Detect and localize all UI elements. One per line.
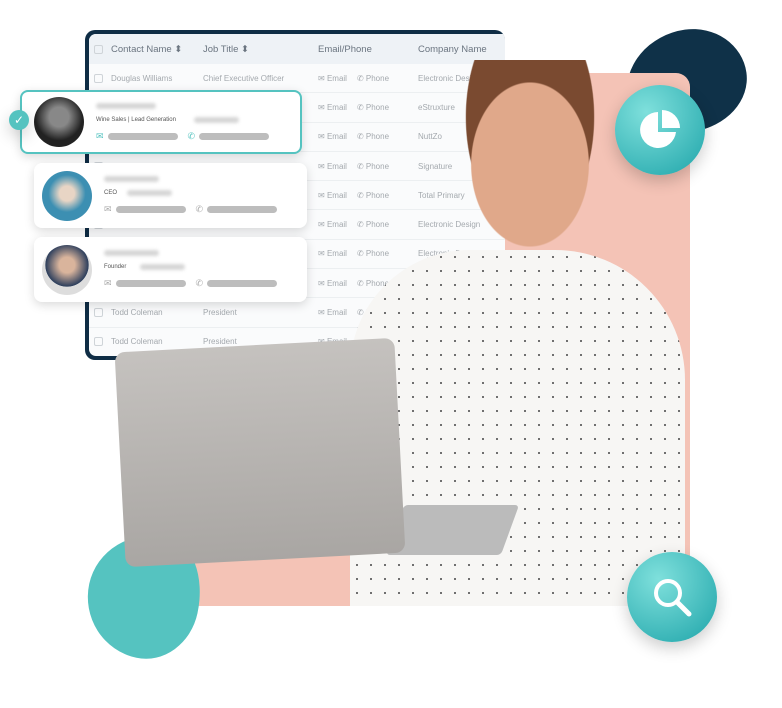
company-redacted [193,116,239,123]
email-link[interactable]: ✉ Email [318,162,347,171]
contact-card[interactable]: CEO ✉ ✆ [34,163,307,228]
email-link[interactable]: ✉ Email [318,279,347,288]
email-link[interactable]: ✉ Email [318,249,347,258]
email-link[interactable]: ✉ Email [318,220,347,229]
email-link[interactable]: ✉ Email [318,132,347,141]
table-header: Contact Name ⬍ Job Title ⬍ Email/Phone C… [89,34,505,64]
contact-card[interactable]: Founder ✉ ✆ [34,237,307,302]
email-redacted [107,132,178,140]
check-icon: ✓ [9,110,29,130]
phone-redacted [207,206,278,213]
card-role: Founder [104,264,127,270]
table-row[interactable]: Douglas Williams Chief Executive Officer… [89,64,505,94]
select-all-checkbox[interactable] [94,44,103,54]
email-link[interactable]: ✉ Email [318,191,347,200]
contact-name[interactable]: Todd Coleman [111,337,203,346]
email-icon: ✉ [104,204,112,214]
company-redacted [127,190,173,196]
laptop-keyboard [385,505,520,555]
card-role: CEO [104,190,118,196]
avatar [42,170,92,221]
contact-card-selected[interactable]: Wine Sales | Lead Generation ✉ ✆ [20,90,302,154]
laptop-lid [114,337,406,568]
col-job-title[interactable]: Job Title ⬍ [203,44,318,55]
contact-name[interactable]: Douglas Williams [111,74,203,83]
phone-link[interactable]: ✆ Phone [357,220,389,229]
phone-link[interactable]: ✆ Phone [357,132,389,141]
company-redacted [140,264,186,270]
job-title: Chief Executive Officer [203,73,285,83]
phone-link[interactable]: ✆ Phone [357,162,389,171]
phone-redacted [207,280,278,287]
email-icon: ✉ [104,278,112,288]
card-role: Wine Sales | Lead Generation [96,116,176,123]
phone-link[interactable]: ✆ Phone [357,103,389,112]
phone-redacted [199,132,270,140]
col-email-phone: Email/Phone [318,43,372,55]
row-checkbox[interactable] [94,308,103,318]
email-link[interactable]: ✉ Email [318,308,347,317]
name-redacted [104,250,159,256]
magnifier-icon [627,552,717,642]
col-contact-name[interactable]: Contact Name ⬍ [111,44,203,55]
job-title: President [203,308,237,318]
email-redacted [115,280,186,287]
email-link[interactable]: ✉ Email [318,103,347,112]
phone-link[interactable]: ✆ Phone [357,74,389,83]
col-company: Company Name [418,43,487,55]
phone-link[interactable]: ✆ Phone [357,249,389,258]
name-redacted [96,102,156,109]
phone-link[interactable]: ✆ Phone [357,191,389,200]
row-checkbox[interactable] [94,73,103,83]
person-photo-head [455,60,605,250]
phone-icon: ✆ [187,130,196,141]
phone-icon: ✆ [195,278,204,288]
email-icon: ✉ [96,130,104,141]
avatar [34,97,84,147]
row-checkbox[interactable] [94,337,103,347]
email-link[interactable]: ✉ Email [318,74,347,83]
contact-name[interactable]: Todd Coleman [111,308,203,317]
name-redacted [104,176,159,182]
pie-chart-icon [615,85,705,175]
phone-icon: ✆ [195,204,204,214]
email-redacted [115,206,186,213]
avatar [42,244,92,295]
